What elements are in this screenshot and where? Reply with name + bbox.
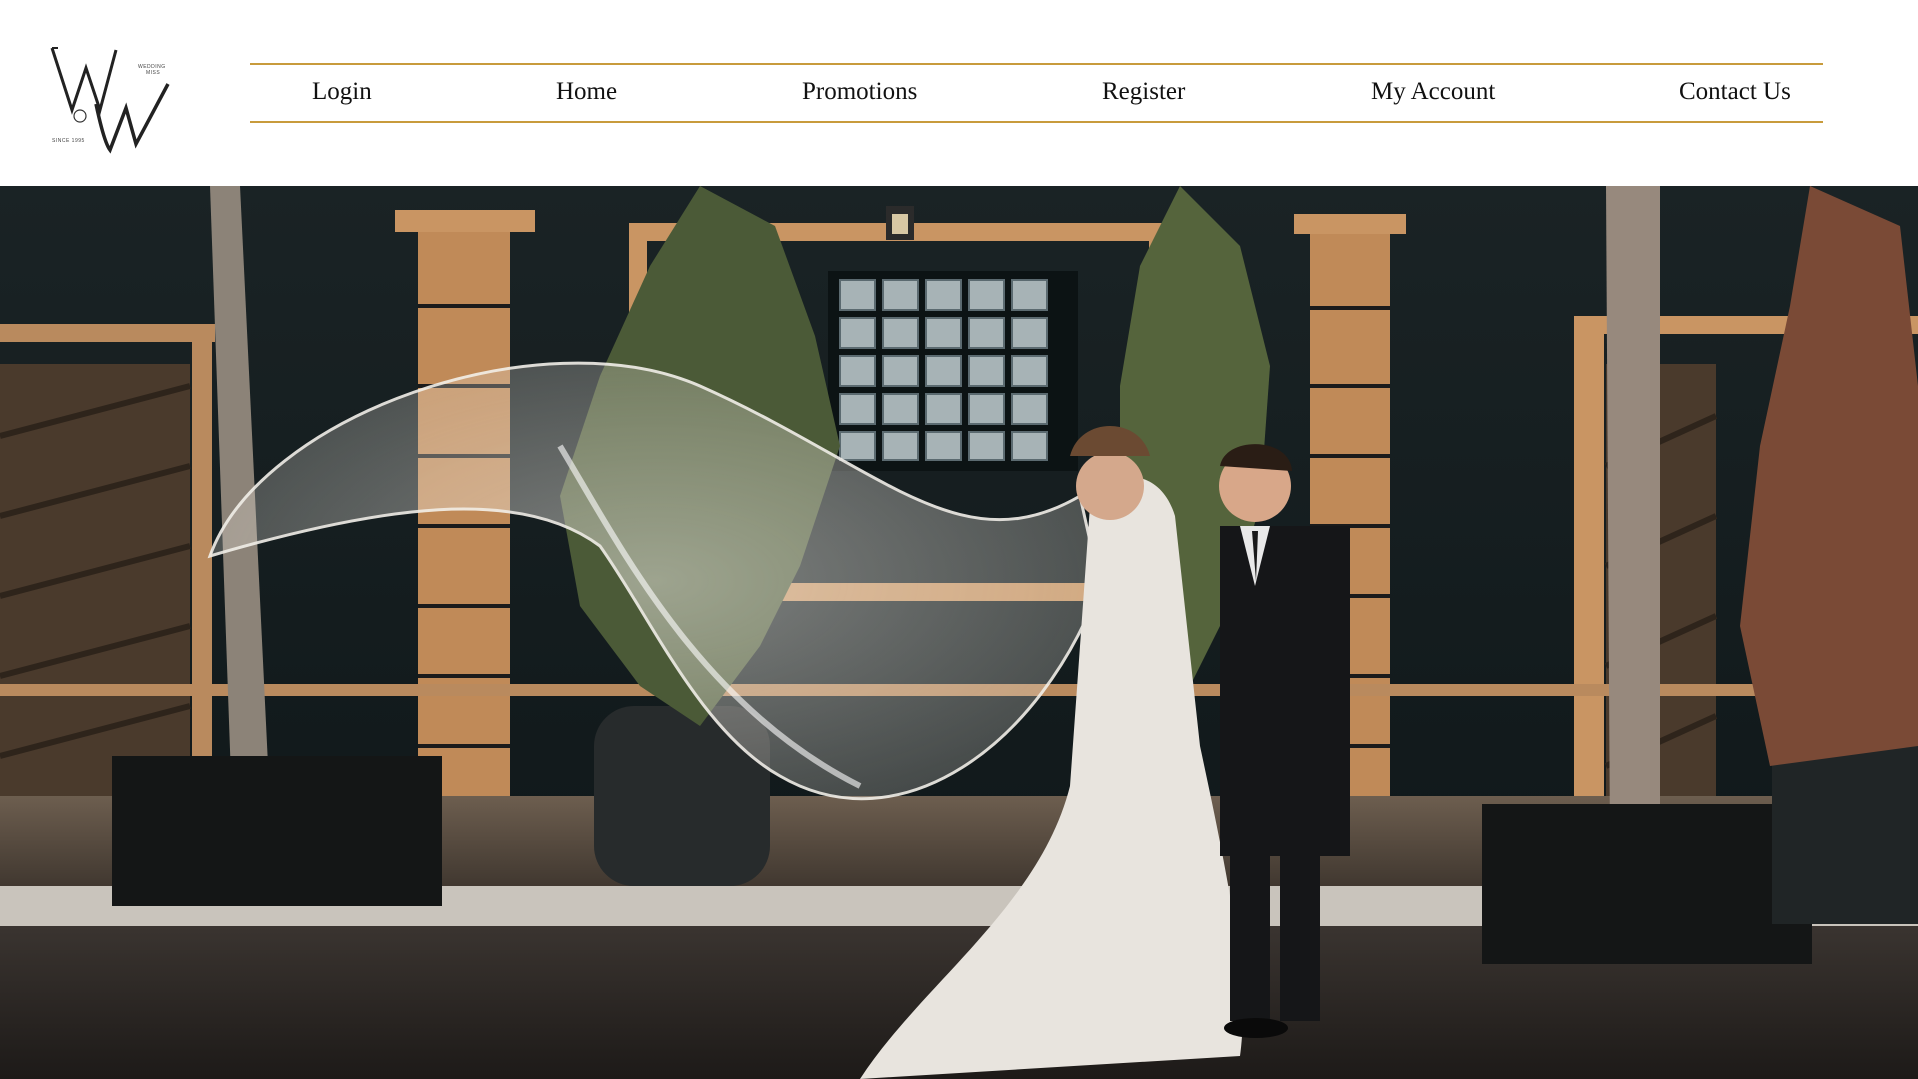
nav-register-link[interactable]: Register	[1102, 78, 1185, 106]
hero-image	[0, 186, 1918, 1079]
nav-home-link[interactable]: Home	[556, 78, 617, 106]
brand-logo[interactable]: WEDDING MISS SINCE 1995	[50, 46, 178, 154]
logo-monogram-icon: WEDDING MISS SINCE 1995	[50, 47, 170, 154]
site-header: WEDDING MISS SINCE 1995 Login Home Promo…	[0, 0, 1918, 186]
main-nav: Login Home Promotions Register My Accoun…	[250, 63, 1823, 123]
wedding-photo-illustration	[0, 186, 1918, 1079]
nav-login-link[interactable]: Login	[312, 78, 372, 106]
nav-contact-us-link[interactable]: Contact Us	[1679, 78, 1791, 106]
svg-text:MISS: MISS	[146, 70, 160, 76]
nav-promotions-link[interactable]: Promotions	[802, 78, 917, 106]
nav-my-account-link[interactable]: My Account	[1371, 78, 1495, 106]
page: WEDDING MISS SINCE 1995 Login Home Promo…	[0, 0, 1918, 1079]
svg-text:SINCE 1995: SINCE 1995	[52, 138, 85, 144]
